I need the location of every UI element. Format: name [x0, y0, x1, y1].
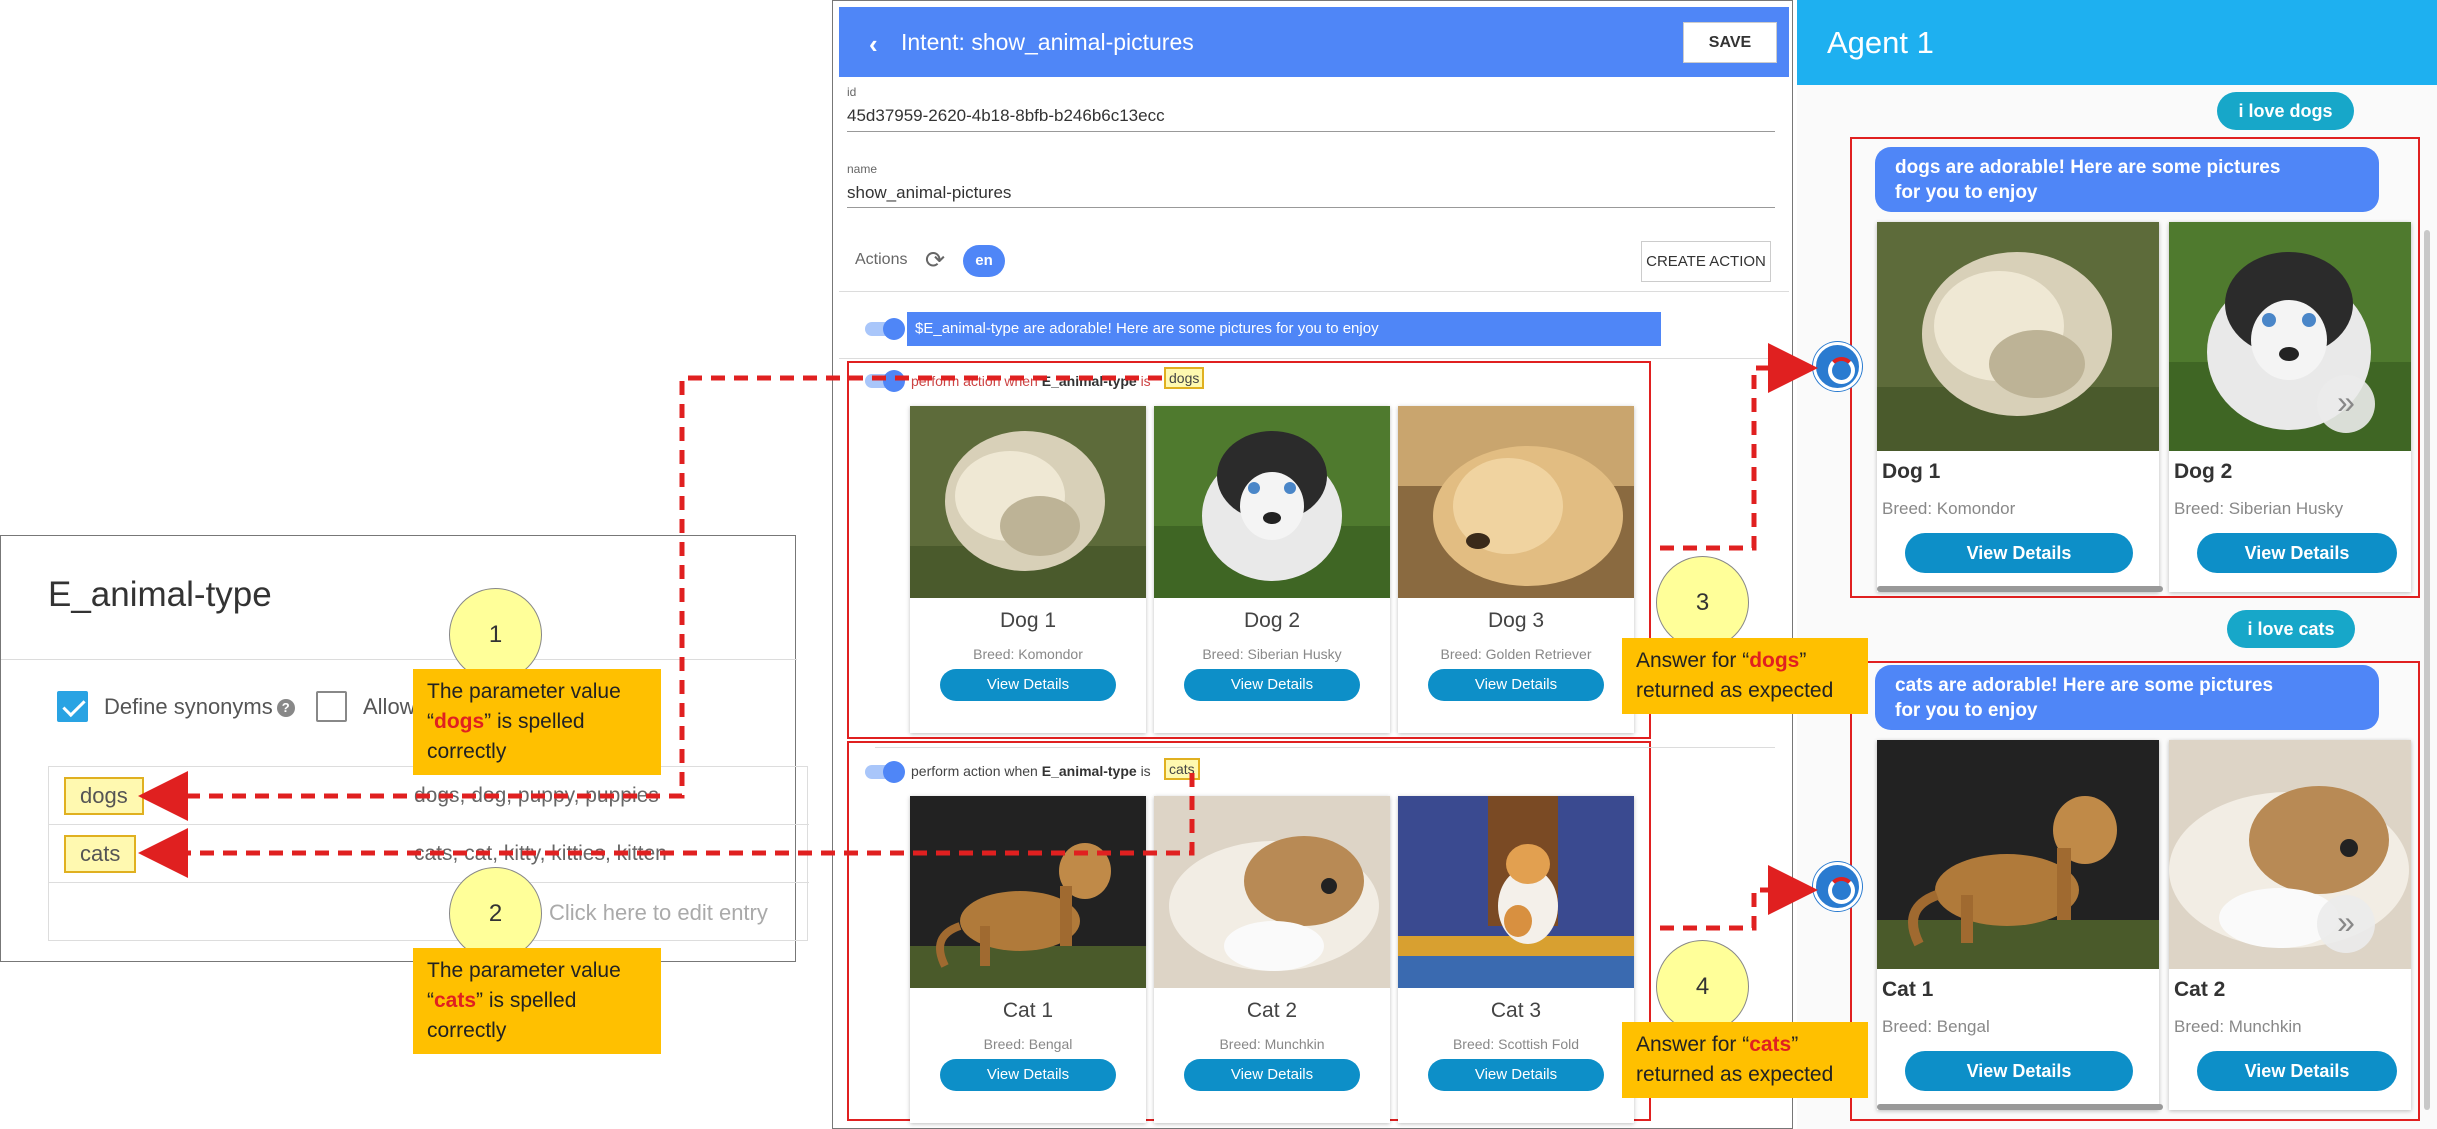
dogs-answer-connector [1660, 343, 1818, 551]
callout-note-3: Answer for “dogs” returned as expected [1622, 638, 1868, 714]
cats-connector [138, 773, 1195, 878]
callout-number-4: 4 [1656, 940, 1749, 1033]
cats-answer-connector [1660, 865, 1818, 931]
callout-note-2: The parameter value “cats” is spelled co… [413, 948, 661, 1054]
callout-number-3: 3 [1656, 556, 1749, 649]
callout-note-4: Answer for “cats” returned as expected [1622, 1022, 1868, 1098]
callout-number-2: 2 [449, 867, 542, 960]
callout-number-1: 1 [449, 588, 542, 681]
callout-note-1: The parameter value “dogs” is spelled co… [413, 669, 661, 775]
annotation-connectors [138, 343, 1818, 931]
